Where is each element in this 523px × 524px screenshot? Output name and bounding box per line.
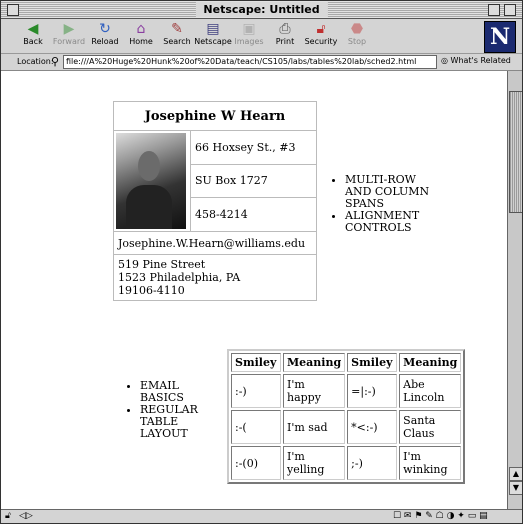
zoom-box[interactable] (488, 4, 500, 16)
table-header: Meaning (283, 353, 346, 372)
scroll-down-arrow-icon[interactable]: ▼ (509, 481, 522, 495)
smiley-table: Smiley Meaning Smiley Meaning :-) I'm ha… (227, 349, 466, 484)
location-label: Location: (17, 57, 54, 66)
page-proxy-icon[interactable]: ⚲ (51, 55, 59, 68)
forward-arrow-icon: ▶ (63, 21, 75, 37)
browser-window: Netscape: Untitled ◀ Back ▶ Forward ↻ Reloa… (0, 0, 523, 524)
table-header: Meaning (399, 353, 462, 372)
photo-cell (113, 130, 191, 232)
component-bar-icons[interactable]: ☐ ✉ ⚑ ✎ ☖ ◑ ✦ ▭ ▤ (393, 511, 488, 521)
table-row: :-( I'm sad *<:-) Santa Claus (231, 410, 462, 444)
security-status-icon[interactable]: 🔓︎ (5, 511, 11, 521)
topics-list-top: MULTI-ROW AND COLUMN SPANS ALIGNMENT CON… (331, 174, 441, 234)
back-arrow-icon: ◀ (27, 21, 39, 37)
contact-card-table: Josephine W Hearn 66 Hoxsey St., #3 SU B… (113, 101, 317, 301)
table-header: Smiley (347, 353, 398, 372)
table-row: :-) I'm happy =|:-) Abe Lincoln (231, 374, 462, 408)
stop-button[interactable]: ⬣ Stop (335, 21, 379, 51)
list-item: REGULAR TABLE LAYOUT (140, 404, 216, 440)
email-cell: Josephine.W.Hearn@williams.edu (113, 231, 317, 255)
table-row: :-(0) I'm yelling ;-) I'm winking (231, 446, 462, 480)
reload-icon: ↻ (99, 21, 111, 37)
netscape-icon: ▤ (206, 21, 220, 37)
stop-icon: ⬣ (350, 21, 364, 37)
print-icon: ⎙ (279, 21, 291, 37)
related-icon: ◎ (441, 56, 448, 65)
home-address-cell: 519 Pine Street 1523 Philadelphia, PA 19… (113, 254, 317, 301)
navigation-toolbar: ◀ Back ▶ Forward ↻ Reload ⌂ Home ✎ Search ▤ Ne… (1, 19, 522, 54)
su-box-cell: SU Box 1727 (190, 163, 317, 199)
component-bar-icon[interactable]: ◁▷ (19, 511, 33, 521)
card-name: Josephine W Hearn (113, 101, 317, 131)
search-icon: ✎ (171, 21, 183, 37)
location-field[interactable]: file:///A%20Huge%20Hunk%20of%20Data/teac… (63, 55, 437, 69)
title-bar[interactable]: Netscape: Untitled (1, 1, 522, 19)
images-icon: ▣ (242, 21, 256, 37)
close-box[interactable] (7, 4, 19, 16)
list-item: EMAIL BASICS (140, 380, 216, 404)
list-item: MULTI-ROW AND COLUMN SPANS (345, 174, 441, 210)
table-header: Smiley (231, 353, 281, 372)
scroll-thumb[interactable] (509, 91, 522, 213)
window-title: Netscape: Untitled (195, 2, 328, 17)
portrait-photo (116, 133, 186, 229)
phone-cell: 458-4214 (190, 197, 317, 232)
address-cell: 66 Hoxsey St., #3 (190, 130, 317, 165)
list-item: ALIGNMENT CONTROLS (345, 210, 441, 234)
security-lock-icon: 🔓︎ (316, 21, 326, 37)
home-icon: ⌂ (136, 21, 146, 37)
netscape-logo[interactable]: N (484, 21, 516, 53)
page-content: Josephine W Hearn 66 Hoxsey St., #3 SU B… (1, 71, 507, 509)
scroll-up-arrow-icon[interactable]: ▲ (509, 467, 522, 481)
topics-list-bottom: EMAIL BASICS REGULAR TABLE LAYOUT (126, 380, 216, 440)
collapse-box[interactable] (504, 4, 516, 16)
whats-related-button[interactable]: ◎ What's Related (441, 56, 511, 65)
location-bar: Location: ⚲ file:///A%20Huge%20Hunk%20of… (1, 54, 522, 71)
status-bar: 🔓︎ ◁▷ ☐ ✉ ⚑ ✎ ☖ ◑ ✦ ▭ ▤ (1, 509, 522, 523)
vertical-scrollbar[interactable]: ▲ ▼ (507, 71, 522, 509)
